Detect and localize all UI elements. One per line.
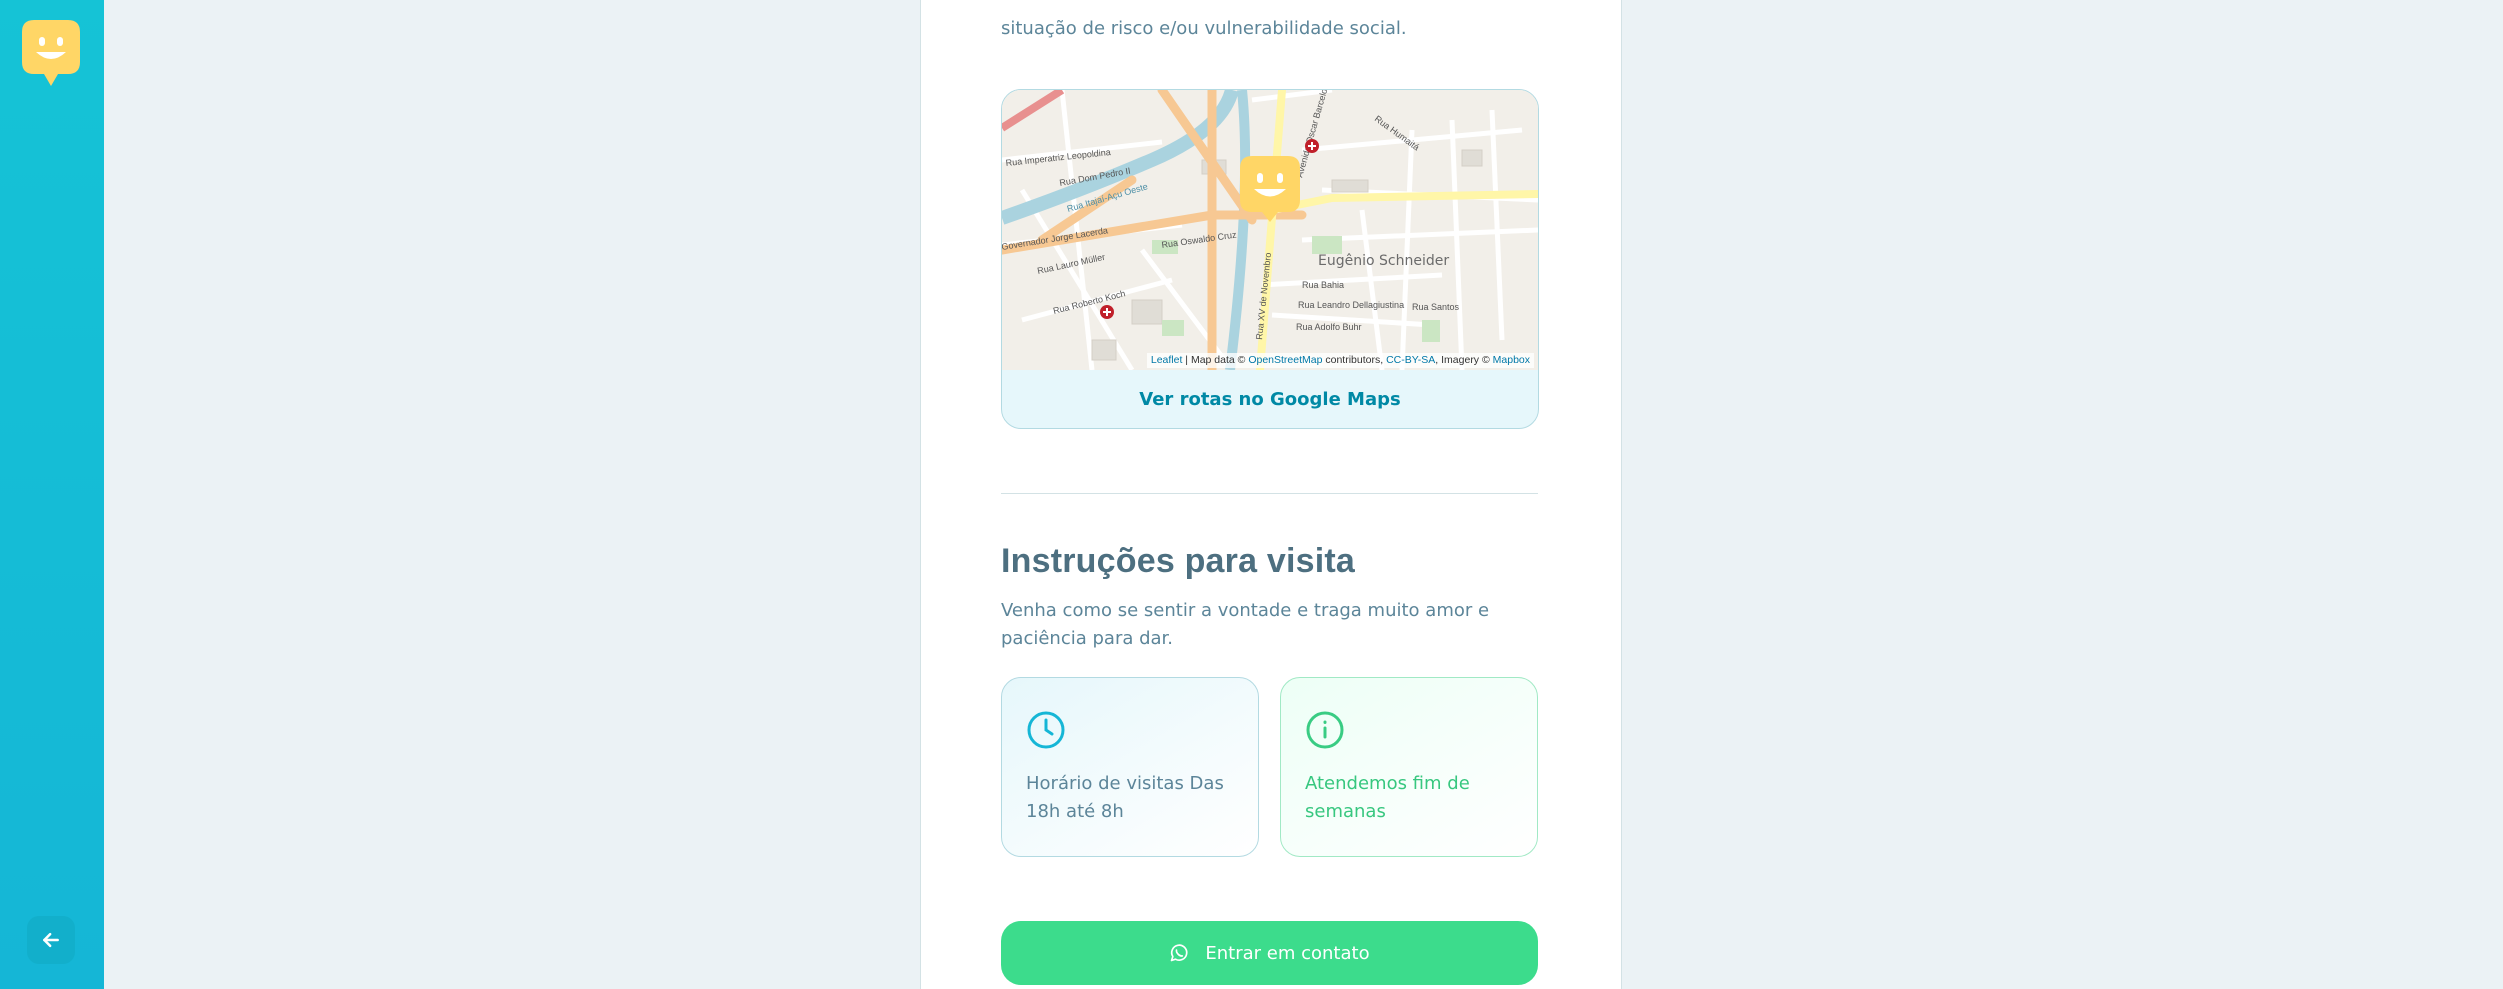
happy-face-logo-icon[interactable] (22, 20, 80, 88)
weekend-info-text: Atendemos fim de semanas (1305, 773, 1470, 822)
attribution-text: , Imagery © (1435, 354, 1493, 366)
map-container: Rua Imperatriz Leopoldina Rua Dom Pedro … (1001, 89, 1539, 429)
leaflet-link[interactable]: Leaflet (1151, 354, 1183, 366)
street-label: Rua Bahia (1302, 280, 1344, 290)
license-link[interactable]: CC-BY-SA (1386, 354, 1435, 366)
divider (1001, 493, 1538, 494)
sidebar (0, 0, 104, 989)
street-label: Rua Leandro Dellagiustina (1298, 300, 1404, 310)
whatsapp-icon (1171, 944, 1188, 962)
orphanage-details-card: situação de risco e/ou vulnerabilidade s… (920, 0, 1622, 989)
arrow-left-icon (43, 932, 59, 948)
hospital-icon (1305, 139, 1319, 153)
hospital-icon (1100, 305, 1114, 319)
visiting-hours-card: Horário de visitas Das 18h até 8h (1001, 677, 1259, 857)
clock-icon (1027, 711, 1065, 749)
visiting-hours-text: Horário de visitas Das 18h até 8h (1026, 773, 1224, 822)
map[interactable]: Rua Imperatriz Leopoldina Rua Dom Pedro … (1002, 90, 1538, 370)
map-attribution: Leaflet | Map data © OpenStreetMap contr… (1146, 353, 1534, 368)
instructions-description: Venha como se sentir a vontade e traga m… (1001, 600, 1490, 649)
google-maps-routes-link[interactable]: Ver rotas no Google Maps (1002, 370, 1538, 428)
street-label: Rua Adolfo Buhr (1296, 322, 1362, 332)
district-label: Eugênio Schneider (1318, 253, 1449, 269)
back-button[interactable] (27, 916, 75, 964)
attribution-text: | Map data © (1182, 354, 1249, 366)
weekend-info-card: Atendemos fim de semanas (1280, 677, 1538, 857)
info-icon (1306, 711, 1344, 749)
street-label: Rua Santos (1412, 302, 1460, 312)
contact-button-label: Entrar em contato (1205, 942, 1370, 964)
mapbox-link[interactable]: Mapbox (1493, 354, 1530, 366)
attribution-text: contributors, (1322, 354, 1387, 366)
contact-button[interactable]: Entrar em contato (1001, 921, 1538, 985)
openstreetmap-link[interactable]: OpenStreetMap (1248, 354, 1322, 366)
instructions-title: Instruções para visita (1001, 542, 1355, 580)
orphanage-description: situação de risco e/ou vulnerabilidade s… (1001, 18, 1407, 39)
